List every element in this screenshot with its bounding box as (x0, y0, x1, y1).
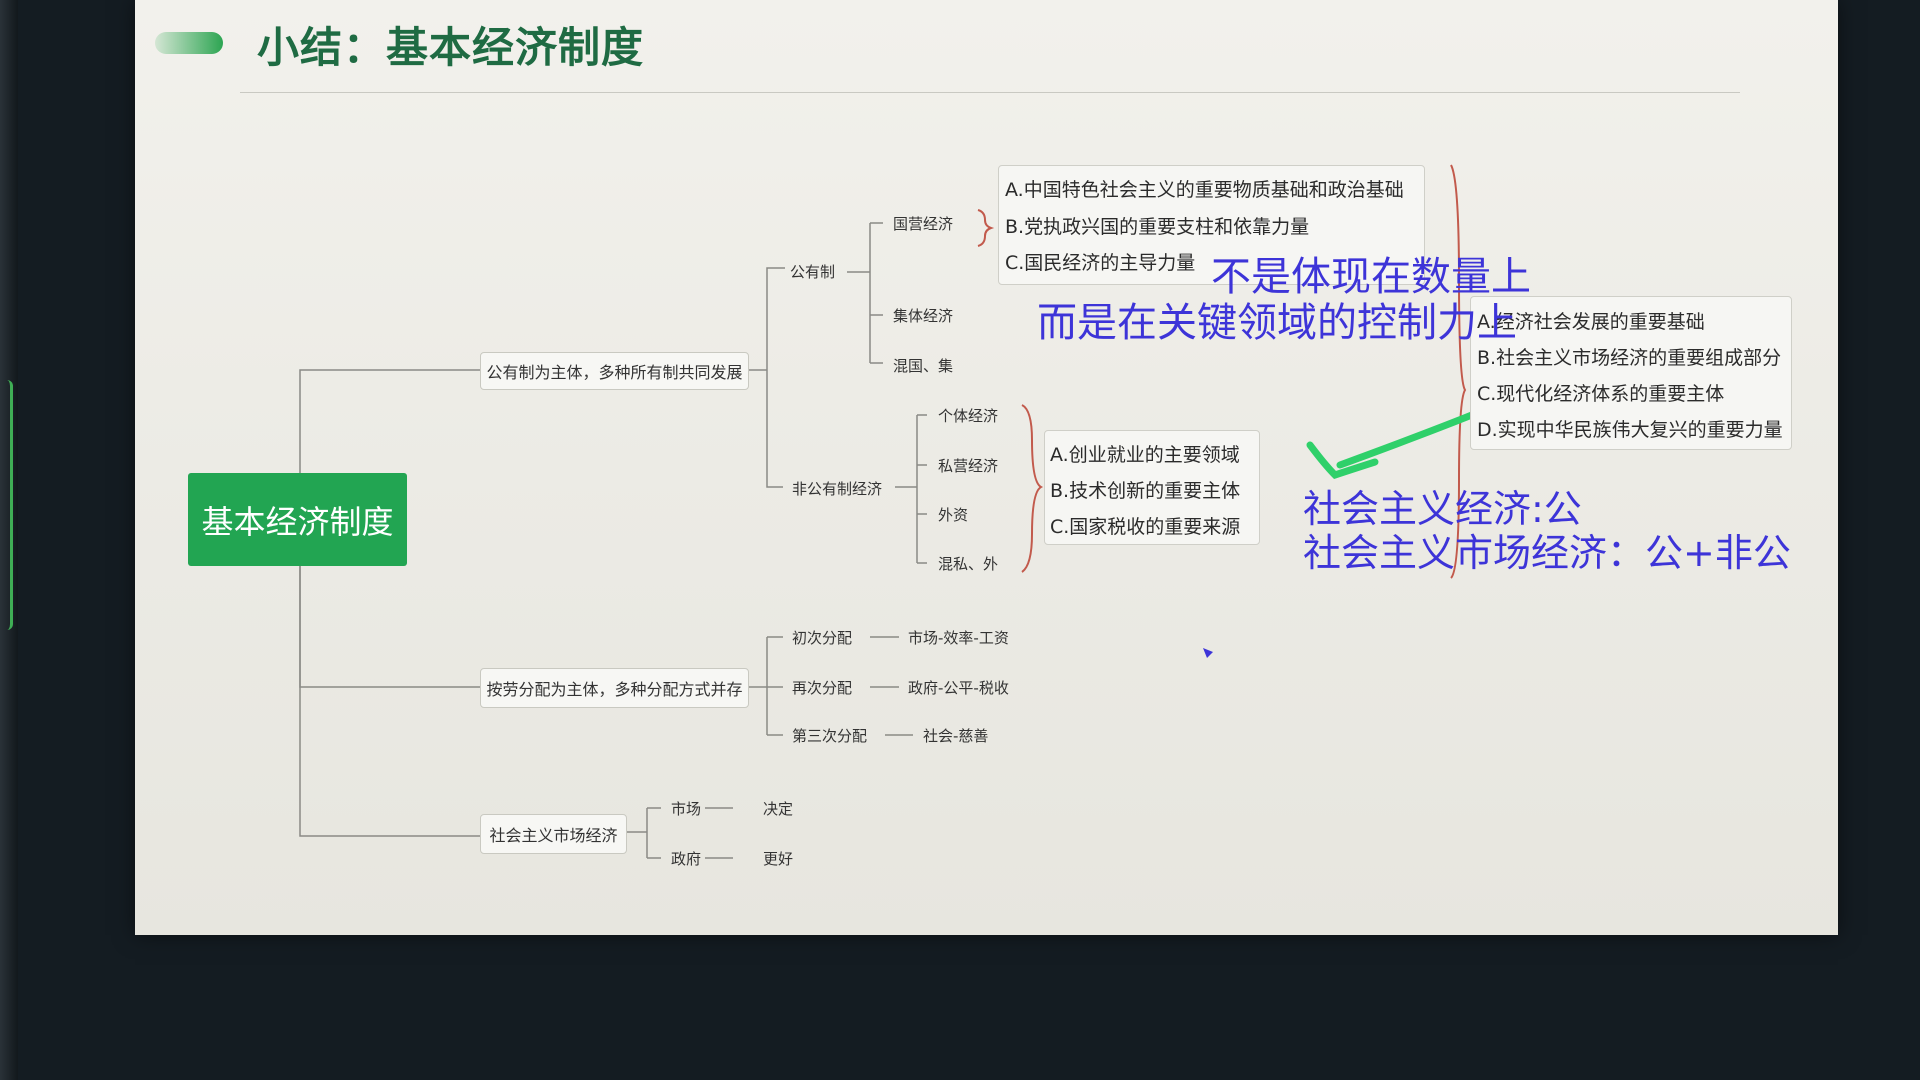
node-collective-economy: 集体经济 (893, 307, 954, 325)
presentation-slide: 小结：基本经济制度 基本经济制度 公有制为主体，多种所有制共同发展 按劳分配为主… (135, 0, 1838, 935)
connector-main-split (747, 267, 785, 488)
handwriting-note-2: 而是在关键领域的控制力上 (1037, 300, 1517, 346)
state-role-c: C.国民经济的主导力量 (1005, 252, 1196, 274)
nonpublic-role-a: A.创业就业的主要领域 (1050, 444, 1240, 466)
connector-distribution (747, 636, 783, 736)
node-state-economy: 国营经济 (893, 215, 954, 233)
connector-trunk (299, 369, 480, 473)
connector-nonpublic (895, 414, 927, 564)
brace-nonpublic (1021, 404, 1044, 573)
root-node: 基本经济制度 (188, 473, 407, 566)
dist-secondary-label: 再次分配 (792, 679, 853, 697)
connector-dist-values (870, 636, 913, 736)
handwriting-note-4: 社会主义市场经济：公+非公 (1303, 531, 1791, 575)
dist-primary-value: 市场-效率-工资 (908, 629, 1009, 647)
node-market: 社会主义市场经济 (480, 814, 627, 854)
connector-mid (299, 566, 480, 688)
node-foreign-capital: 外资 (938, 506, 969, 524)
connector-trunk-low (299, 566, 480, 837)
node-mixed-private: 混私、外 (938, 555, 999, 573)
mouse-cursor (1203, 648, 1213, 658)
dist-third-value: 社会-慈善 (923, 727, 989, 745)
annotation-arrow-head (1306, 441, 1379, 480)
market-row-value: 决定 (763, 800, 794, 818)
both-role-d: D.实现中华民族伟大复兴的重要力量 (1477, 419, 1783, 441)
dist-secondary-value: 政府-公平-税收 (908, 679, 1009, 697)
nonpublic-role-b: B.技术创新的重要主体 (1050, 480, 1241, 502)
nonpublic-role-c: C.国家税收的重要来源 (1050, 516, 1241, 538)
both-role-b: B.社会主义市场经济的重要组成部分 (1477, 347, 1782, 369)
node-public: 公有制 (790, 263, 836, 281)
both-role-c: C.现代化经济体系的重要主体 (1477, 383, 1725, 405)
state-role-b: B.党执政兴国的重要支柱和依靠力量 (1005, 216, 1310, 238)
government-row-label: 政府 (671, 850, 702, 868)
state-role-a: A.中国特色社会主义的重要物质基础和政治基础 (1005, 179, 1404, 201)
dist-third-label: 第三次分配 (792, 727, 868, 745)
node-public-main: 公有制为主体，多种所有制共同发展 (480, 352, 749, 390)
bezel-highlight (0, 380, 13, 630)
node-individual-economy: 个体经济 (938, 407, 999, 425)
market-row-label: 市场 (671, 800, 702, 818)
dist-primary-label: 初次分配 (792, 629, 853, 647)
node-distribution: 按劳分配为主体，多种分配方式并存 (480, 668, 749, 708)
node-nonpublic: 非公有制经济 (792, 480, 883, 498)
node-mixed-public: 混国、集 (893, 357, 954, 375)
government-row-value: 更好 (763, 850, 794, 868)
brace-state (977, 209, 995, 247)
connector-public (847, 222, 883, 364)
node-private-economy: 私营经济 (938, 457, 999, 475)
